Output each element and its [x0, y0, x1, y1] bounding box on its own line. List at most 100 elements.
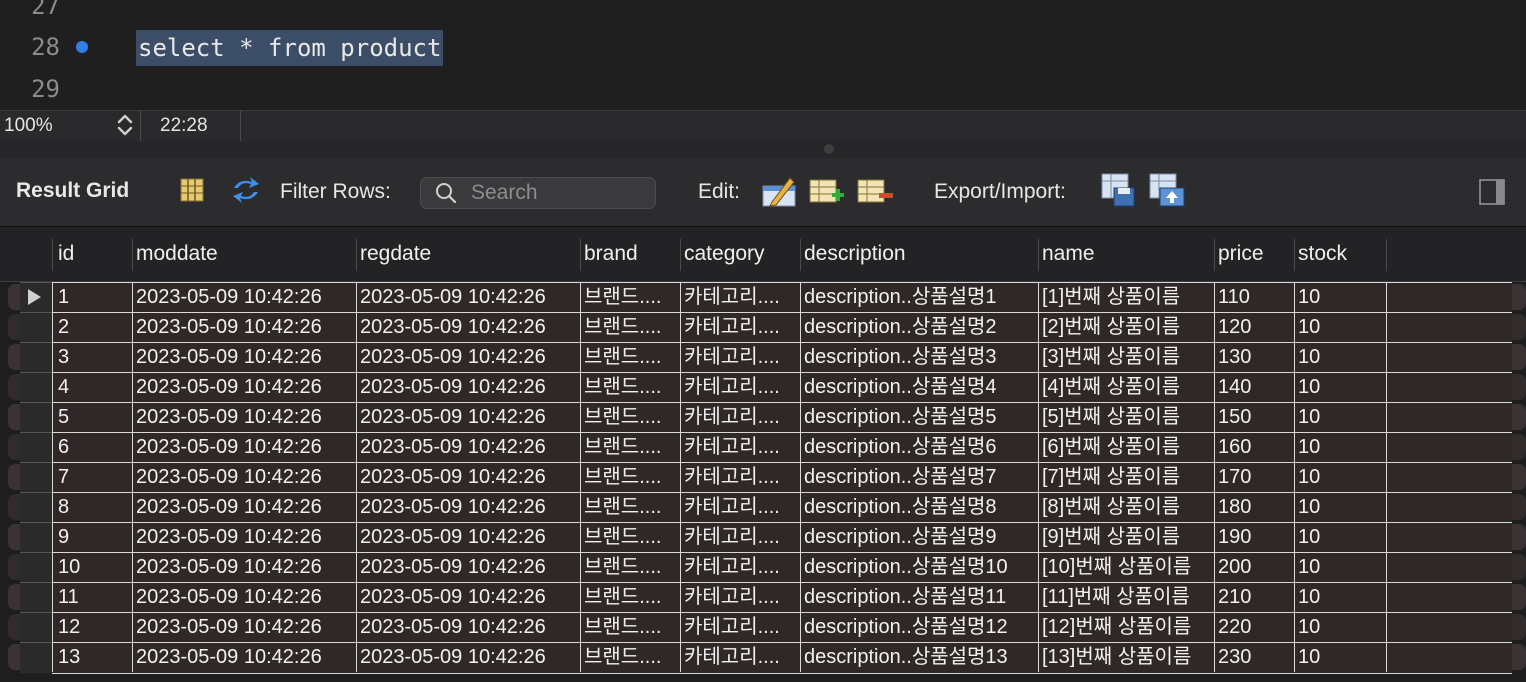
- column-header-brand[interactable]: brand: [584, 242, 638, 266]
- cell-description[interactable]: description..상품설명12: [804, 612, 1038, 642]
- column-divider[interactable]: [1386, 239, 1387, 271]
- cell-category[interactable]: 카테고리....: [684, 492, 800, 522]
- cell-stock[interactable]: 10: [1298, 492, 1384, 522]
- cell-regdate[interactable]: 2023-05-09 10:42:26: [360, 312, 580, 342]
- cell-description[interactable]: description..상품설명3: [804, 342, 1038, 372]
- table-row[interactable]: 10 2023-05-09 10:42:26 2023-05-09 10:42:26…: [0, 552, 1526, 584]
- cell-name[interactable]: [9]번째 상품이름: [1042, 522, 1214, 552]
- cell-stock[interactable]: 10: [1298, 582, 1384, 612]
- cell-regdate[interactable]: 2023-05-09 10:42:26: [360, 642, 580, 672]
- cell-id[interactable]: 4: [58, 372, 132, 402]
- column-divider[interactable]: [580, 239, 581, 271]
- cell-category[interactable]: 카테고리....: [684, 552, 800, 582]
- cell-description[interactable]: description..상품설명6: [804, 432, 1038, 462]
- cell-id[interactable]: 9: [58, 522, 132, 552]
- cell-category[interactable]: 카테고리....: [684, 432, 800, 462]
- cell-moddate[interactable]: 2023-05-09 10:42:26: [136, 642, 356, 672]
- cell-moddate[interactable]: 2023-05-09 10:42:26: [136, 582, 356, 612]
- cell-stock[interactable]: 10: [1298, 282, 1384, 312]
- cell-description[interactable]: description..상품설명5: [804, 402, 1038, 432]
- cell-brand[interactable]: 브랜드....: [584, 642, 680, 672]
- cell-brand[interactable]: 브랜드....: [584, 522, 680, 552]
- cell-description[interactable]: description..상품설명1: [804, 282, 1038, 312]
- cell-brand[interactable]: 브랜드....: [584, 282, 680, 312]
- cell-price[interactable]: 210: [1218, 582, 1294, 612]
- column-header-price[interactable]: price: [1218, 242, 1264, 266]
- cell-description[interactable]: description..상품설명10: [804, 552, 1038, 582]
- table-row[interactable]: 4 2023-05-09 10:42:26 2023-05-09 10:42:26 브…: [0, 372, 1526, 404]
- add-row-icon[interactable]: [808, 176, 846, 212]
- cell-brand[interactable]: 브랜드....: [584, 372, 680, 402]
- cell-name[interactable]: [5]번째 상품이름: [1042, 402, 1214, 432]
- cell-moddate[interactable]: 2023-05-09 10:42:26: [136, 282, 356, 312]
- cell-name[interactable]: [4]번째 상품이름: [1042, 372, 1214, 402]
- column-header-description[interactable]: description: [804, 242, 906, 266]
- cell-stock[interactable]: 10: [1298, 612, 1384, 642]
- row-gutter[interactable]: [20, 552, 52, 583]
- result-grid[interactable]: id moddate regdate brand category description…: [0, 227, 1526, 682]
- cell-category[interactable]: 카테고리....: [684, 522, 800, 552]
- cell-price[interactable]: 190: [1218, 522, 1294, 552]
- cell-category[interactable]: 카테고리....: [684, 372, 800, 402]
- column-header-category[interactable]: category: [684, 242, 765, 266]
- row-gutter[interactable]: [20, 312, 52, 343]
- cell-name[interactable]: [6]번째 상품이름: [1042, 432, 1214, 462]
- cell-moddate[interactable]: 2023-05-09 10:42:26: [136, 402, 356, 432]
- column-header-moddate[interactable]: moddate: [136, 242, 218, 266]
- cell-name[interactable]: [2]번째 상품이름: [1042, 312, 1214, 342]
- cell-id[interactable]: 13: [58, 642, 132, 672]
- cell-id[interactable]: 10: [58, 552, 132, 582]
- cell-category[interactable]: 카테고리....: [684, 312, 800, 342]
- table-row[interactable]: 2 2023-05-09 10:42:26 2023-05-09 10:42:26 브…: [0, 312, 1526, 344]
- cell-regdate[interactable]: 2023-05-09 10:42:26: [360, 342, 580, 372]
- cell-id[interactable]: 6: [58, 432, 132, 462]
- table-row[interactable]: 11 2023-05-09 10:42:26 2023-05-09 10:42:26…: [0, 582, 1526, 614]
- table-row[interactable]: 8 2023-05-09 10:42:26 2023-05-09 10:42:26 브…: [0, 492, 1526, 524]
- splitter-handle-icon[interactable]: [824, 144, 834, 154]
- cell-id[interactable]: 3: [58, 342, 132, 372]
- sql-editor[interactable]: 27 28 select * from product 29: [0, 0, 1526, 110]
- refresh-icon[interactable]: [230, 176, 262, 210]
- cell-price[interactable]: 220: [1218, 612, 1294, 642]
- table-row[interactable]: 5 2023-05-09 10:42:26 2023-05-09 10:42:26 브…: [0, 402, 1526, 434]
- cell-brand[interactable]: 브랜드....: [584, 552, 680, 582]
- cell-id[interactable]: 1: [58, 282, 132, 312]
- column-divider[interactable]: [132, 239, 133, 271]
- table-row[interactable]: 3 2023-05-09 10:42:26 2023-05-09 10:42:26 브…: [0, 342, 1526, 374]
- table-row[interactable]: 12 2023-05-09 10:42:26 2023-05-09 10:42:26…: [0, 612, 1526, 644]
- cell-price[interactable]: 110: [1218, 282, 1294, 312]
- toggle-panel-icon[interactable]: [1478, 178, 1506, 212]
- cell-price[interactable]: 130: [1218, 342, 1294, 372]
- cell-name[interactable]: [11]번째 상품이름: [1042, 582, 1214, 612]
- cell-id[interactable]: 2: [58, 312, 132, 342]
- cell-id[interactable]: 11: [58, 582, 132, 612]
- cell-brand[interactable]: 브랜드....: [584, 432, 680, 462]
- row-gutter[interactable]: [20, 522, 52, 553]
- cell-brand[interactable]: 브랜드....: [584, 312, 680, 342]
- cell-brand[interactable]: 브랜드....: [584, 612, 680, 642]
- cell-brand[interactable]: 브랜드....: [584, 342, 680, 372]
- cell-brand[interactable]: 브랜드....: [584, 402, 680, 432]
- cell-moddate[interactable]: 2023-05-09 10:42:26: [136, 312, 356, 342]
- cell-price[interactable]: 120: [1218, 312, 1294, 342]
- row-gutter[interactable]: [20, 372, 52, 403]
- column-header-id[interactable]: id: [58, 242, 74, 266]
- cell-price[interactable]: 230: [1218, 642, 1294, 672]
- cell-category[interactable]: 카테고리....: [684, 402, 800, 432]
- delete-row-icon[interactable]: [856, 176, 894, 212]
- cell-stock[interactable]: 10: [1298, 372, 1384, 402]
- row-gutter[interactable]: [20, 582, 52, 613]
- cell-regdate[interactable]: 2023-05-09 10:42:26: [360, 372, 580, 402]
- row-gutter[interactable]: [20, 642, 52, 673]
- cell-category[interactable]: 카테고리....: [684, 612, 800, 642]
- cell-price[interactable]: 150: [1218, 402, 1294, 432]
- row-gutter[interactable]: [20, 462, 52, 493]
- cell-regdate[interactable]: 2023-05-09 10:42:26: [360, 582, 580, 612]
- column-layout-icon[interactable]: [178, 176, 206, 210]
- cell-price[interactable]: 170: [1218, 462, 1294, 492]
- cell-moddate[interactable]: 2023-05-09 10:42:26: [136, 492, 356, 522]
- column-header-name[interactable]: name: [1042, 242, 1095, 266]
- column-divider[interactable]: [1038, 239, 1039, 271]
- cell-description[interactable]: description..상품설명11: [804, 582, 1038, 612]
- filter-rows-search[interactable]: [420, 177, 656, 209]
